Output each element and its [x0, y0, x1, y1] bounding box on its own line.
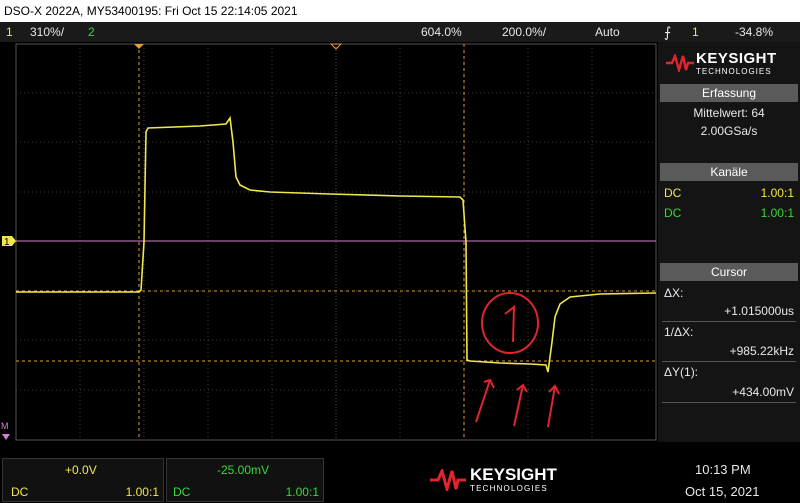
trigger-level[interactable]: -34.8% [735, 22, 773, 42]
ch2-info-box[interactable]: -25.00mV DC 1.00:1 [166, 458, 324, 502]
ch2-bottom-coupling: DC [173, 485, 191, 499]
ch2-offset: -25.00mV [217, 463, 270, 477]
ch1-coupling: DC [664, 186, 682, 200]
waveform-display[interactable]: 1 M [0, 42, 660, 442]
delta-y-label: ΔY(1): [664, 365, 699, 379]
delta-y-value: +434.00mV [732, 385, 794, 399]
ch1-indicator[interactable]: 1 [6, 22, 13, 42]
top-status-bar: 1 310%/ 2 604.0% 200.0%/ Auto ⨍ 1 -34.8% [0, 22, 800, 42]
ch1-bottom-coupling: DC [11, 485, 29, 499]
trigger-mode[interactable]: Auto [595, 22, 620, 42]
ch1-scale[interactable]: 310%/ [30, 22, 64, 42]
delta-x-value: +1.015000us [724, 304, 794, 318]
acquisition-header[interactable]: Erfassung [660, 84, 798, 102]
ch2-bottom-ratio: 1.00:1 [285, 485, 319, 499]
window-title-bar: DSO-X 2022A, MY53400195: Fri Oct 15 22:1… [0, 0, 800, 22]
acquisition-mode: Mittelwert: 64 [693, 106, 765, 120]
trigger-edge-icon: ⨍ [664, 24, 672, 40]
divider [662, 361, 796, 362]
divider [662, 402, 796, 403]
ch2-coupling: DC [664, 206, 682, 220]
inverse-delta-x-label: 1/ΔX: [664, 325, 694, 339]
ch2-probe-ratio: 1.00:1 [760, 206, 794, 220]
side-panel: KEYSIGHT TECHNOLOGIES Erfassung Mittelwe… [658, 42, 800, 442]
sample-rate: 2.00GSa/s [700, 124, 758, 138]
cursor-x1-marker[interactable] [134, 44, 144, 49]
clock-time: 10:13 PM [695, 462, 751, 477]
bottom-bar: +0.0V DC 1.00:1 -25.00mV DC 1.00:1 KEYSI… [0, 456, 800, 503]
divider [662, 321, 796, 322]
svg-text:1: 1 [4, 237, 10, 248]
waveform-svg: 1 M [1, 43, 657, 441]
hand-annotations [475, 292, 560, 428]
ch1-ground-marker[interactable]: 1 [2, 236, 16, 248]
ch1-bottom-ratio: 1.00:1 [125, 485, 159, 499]
clock-date: Oct 15, 2021 [685, 484, 760, 499]
time-per-division[interactable]: 200.0%/ [502, 22, 546, 42]
cursor-header[interactable]: Cursor [660, 263, 798, 281]
timebase-position[interactable]: 604.0% [421, 22, 462, 42]
math-marker: M [1, 421, 10, 440]
inverse-delta-x-value: +985.22kHz [729, 344, 794, 358]
channels-header[interactable]: Kanäle [660, 163, 798, 181]
trigger-channel[interactable]: 1 [692, 22, 699, 42]
graticule [15, 43, 657, 441]
svg-text:M: M [1, 421, 9, 431]
ch1-offset: +0.0V [65, 463, 97, 477]
keysight-wave-icon [666, 54, 694, 72]
ch2-indicator[interactable]: 2 [88, 22, 95, 42]
keysight-wave-icon [430, 469, 466, 491]
ch1-info-box[interactable]: +0.0V DC 1.00:1 [2, 458, 164, 502]
keysight-logo: KEYSIGHT TECHNOLOGIES [658, 42, 800, 84]
ch1-probe-ratio: 1.00:1 [760, 186, 794, 200]
delta-x-label: ΔX: [664, 286, 684, 300]
